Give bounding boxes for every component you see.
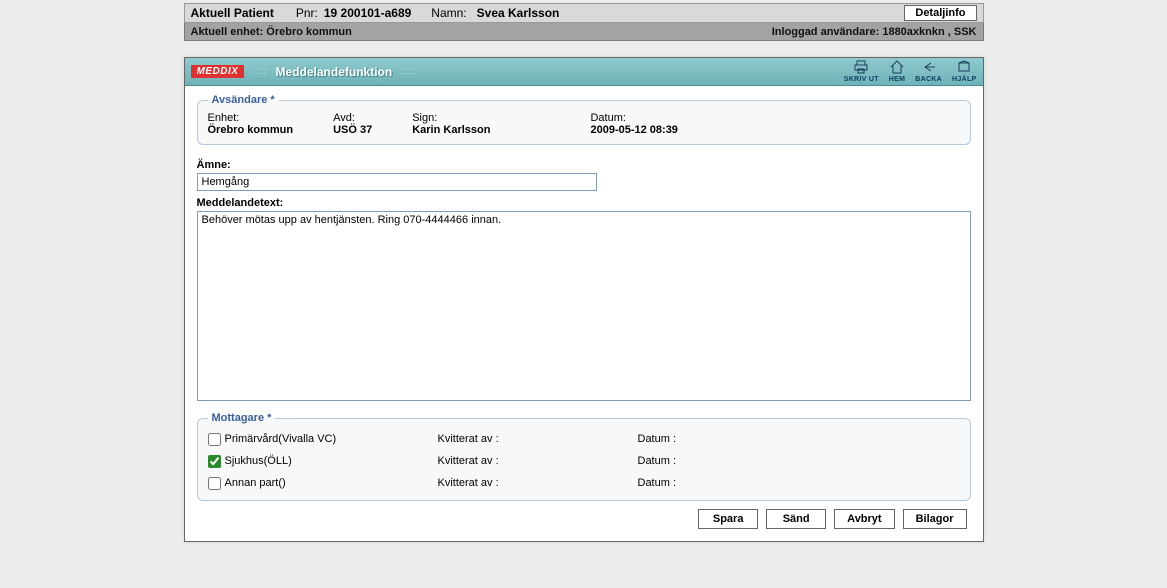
help-label: HJÄLP bbox=[952, 76, 976, 83]
send-button[interactable]: Sänd bbox=[766, 509, 826, 529]
name-value: Svea Karlsson bbox=[477, 6, 560, 20]
print-label: SKRIV UT bbox=[844, 76, 879, 83]
printer-icon bbox=[853, 60, 869, 76]
recipient-row: Annan part() Kvitterat av : Datum : bbox=[208, 472, 960, 494]
home-button[interactable]: HEM bbox=[889, 60, 905, 83]
recipient-label: Annan part() bbox=[225, 477, 286, 489]
dept-label: Avd: bbox=[333, 112, 372, 124]
home-label: HEM bbox=[889, 76, 905, 83]
separator-icon: :::: bbox=[400, 66, 415, 77]
kvitterat-label: Kvitterat av : bbox=[438, 455, 638, 467]
attach-button[interactable]: Bilagor bbox=[903, 509, 967, 529]
current-unit: Aktuell enhet: Örebro kommun bbox=[191, 26, 352, 38]
recipient-row: Sjukhus(ÖLL) Kvitterat av : Datum : bbox=[208, 450, 960, 472]
message-textarea[interactable] bbox=[197, 211, 971, 401]
subject-label: Ämne: bbox=[197, 159, 971, 171]
back-button[interactable]: BACKA bbox=[915, 60, 942, 83]
help-icon bbox=[956, 60, 972, 76]
datum-label: Datum : bbox=[638, 477, 677, 489]
recipients-fieldset: Mottagare * Primärvård(Vivalla VC) Kvitt… bbox=[197, 412, 971, 501]
datum-label: Datum : bbox=[638, 433, 677, 445]
recipient-label: Primärvård(Vivalla VC) bbox=[225, 433, 337, 445]
message-label: Meddelandetext: bbox=[197, 197, 971, 209]
recipient-checkbox-primarvard[interactable] bbox=[208, 433, 221, 446]
kvitterat-label: Kvitterat av : bbox=[438, 433, 638, 445]
toolbar: SKRIV UT HEM BACKA bbox=[844, 60, 977, 83]
recipient-row: Primärvård(Vivalla VC) Kvitterat av : Da… bbox=[208, 428, 960, 450]
sender-fieldset: Avsändare * Enhet: Örebro kommun Avd: US… bbox=[197, 94, 971, 145]
save-button[interactable]: Spara bbox=[698, 509, 758, 529]
unit-value: Örebro kommun bbox=[208, 124, 294, 136]
recipient-checkbox-annan[interactable] bbox=[208, 477, 221, 490]
action-buttons: Spara Sänd Avbryt Bilagor bbox=[197, 501, 971, 531]
back-arrow-icon bbox=[921, 60, 937, 76]
recipient-checkbox-sjukhus[interactable] bbox=[208, 455, 221, 468]
window-title: Meddelandefunktion bbox=[276, 65, 393, 79]
date-value: 2009-05-12 08:39 bbox=[590, 124, 677, 136]
recipient-label: Sjukhus(ÖLL) bbox=[225, 455, 292, 467]
pnr-value: 19 200101-a689 bbox=[324, 6, 411, 20]
patient-bar: Aktuell Patient Pnr: 19 200101-a689 Namn… bbox=[184, 3, 984, 23]
unit-label: Enhet: bbox=[208, 112, 294, 124]
home-icon bbox=[889, 60, 905, 76]
recipients-legend: Mottagare * bbox=[208, 412, 276, 424]
unit-bar: Aktuell enhet: Örebro kommun Inloggad an… bbox=[184, 23, 984, 41]
message-window: MEDDIX :::: Meddelandefunktion :::: SKRI… bbox=[184, 57, 984, 542]
patient-title: Aktuell Patient bbox=[191, 6, 274, 20]
cancel-button[interactable]: Avbryt bbox=[834, 509, 894, 529]
pnr-label: Pnr: bbox=[296, 6, 318, 20]
subject-input[interactable] bbox=[197, 173, 597, 191]
sender-legend: Avsändare * bbox=[208, 94, 279, 106]
help-button[interactable]: HJÄLP bbox=[952, 60, 976, 83]
dept-value: USÖ 37 bbox=[333, 124, 372, 136]
logged-in-user: Inloggad användare: 1880axknkn , SSK bbox=[772, 26, 977, 38]
back-label: BACKA bbox=[915, 76, 942, 83]
datum-label: Datum : bbox=[638, 455, 677, 467]
separator-icon: :::: bbox=[252, 66, 267, 77]
brand-logo: MEDDIX bbox=[191, 65, 245, 78]
kvitterat-label: Kvitterat av : bbox=[438, 477, 638, 489]
date-label: Datum: bbox=[590, 112, 677, 124]
print-button[interactable]: SKRIV UT bbox=[844, 60, 879, 83]
titlebar: MEDDIX :::: Meddelandefunktion :::: SKRI… bbox=[185, 58, 983, 86]
sign-label: Sign: bbox=[412, 112, 490, 124]
detail-info-button[interactable]: Detaljinfo bbox=[904, 5, 976, 21]
sign-value: Karin Karlsson bbox=[412, 124, 490, 136]
name-label: Namn: bbox=[431, 6, 466, 20]
